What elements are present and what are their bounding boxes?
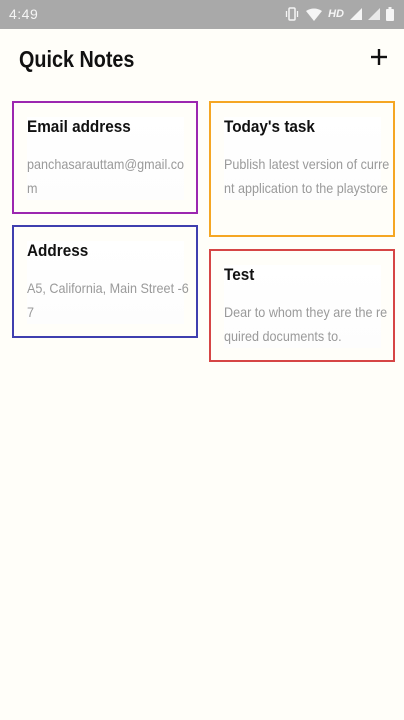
note-body: A5, California, Main Street -67: [27, 280, 189, 320]
page-title: Quick Notes: [19, 46, 135, 72]
network-type-label: HD: [328, 8, 344, 20]
note-card[interactable]: Today's task Publish latest version of c…: [209, 101, 395, 237]
note-title: Test: [224, 265, 255, 284]
note-card[interactable]: Address A5, California, Main Street -67: [12, 225, 198, 338]
plus-icon: [371, 49, 387, 65]
note-body: Publish latest version of current applic…: [224, 156, 390, 196]
status-icons: HD: [284, 4, 394, 24]
note-content: Address A5, California, Main Street -67: [27, 241, 189, 324]
signal-icon: [368, 8, 380, 20]
note-title: Address: [27, 241, 89, 260]
note-card[interactable]: Test Dear to whom they are the required …: [209, 249, 395, 362]
status-bar: 4:49 HD: [0, 0, 404, 29]
note-body: panchasarauttam@gmail.com: [27, 156, 185, 196]
battery-icon: [386, 7, 394, 21]
note-title: Today's task: [224, 117, 315, 136]
add-note-button[interactable]: [368, 46, 390, 68]
note-content: Today's task Publish latest version of c…: [224, 117, 389, 200]
status-time: 4:49: [9, 6, 39, 22]
note-content: Test Dear to whom they are the required …: [224, 265, 387, 348]
note-body: Dear to whom they are the required docum…: [224, 304, 388, 344]
app-header: Quick Notes: [0, 29, 404, 93]
note-card[interactable]: Email address panchasarauttam@gmail.com: [12, 101, 198, 214]
note-title: Email address: [27, 117, 131, 136]
vibrate-icon: [284, 7, 300, 21]
signal-icon: [350, 8, 362, 20]
note-content: Email address panchasarauttam@gmail.com: [27, 117, 184, 200]
wifi-icon: [306, 8, 323, 21]
